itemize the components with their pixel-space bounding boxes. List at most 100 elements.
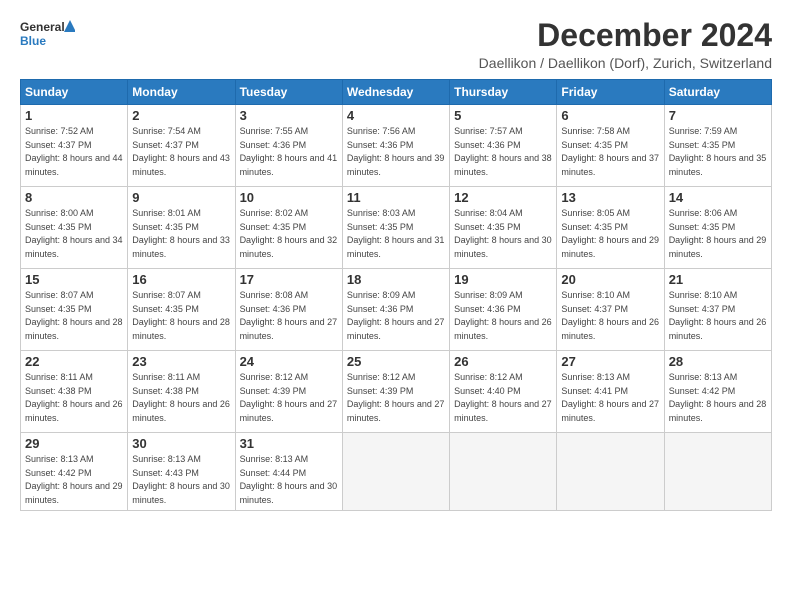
calendar-cell: 22 Sunrise: 8:11 AMSunset: 4:38 PMDaylig… — [21, 351, 128, 433]
week-row-2: 8 Sunrise: 8:00 AMSunset: 4:35 PMDayligh… — [21, 187, 772, 269]
day-number: 8 — [25, 190, 123, 205]
month-year-title: December 2024 — [479, 18, 772, 53]
col-wednesday: Wednesday — [342, 80, 449, 105]
day-info: Sunrise: 8:01 AMSunset: 4:35 PMDaylight:… — [132, 207, 230, 261]
day-info: Sunrise: 8:12 AMSunset: 4:40 PMDaylight:… — [454, 371, 552, 425]
calendar-cell: 5 Sunrise: 7:57 AMSunset: 4:36 PMDayligh… — [450, 105, 557, 187]
calendar-cell: 23 Sunrise: 8:11 AMSunset: 4:38 PMDaylig… — [128, 351, 235, 433]
day-number: 3 — [240, 108, 338, 123]
day-number: 16 — [132, 272, 230, 287]
calendar-cell — [557, 433, 664, 511]
calendar-cell: 27 Sunrise: 8:13 AMSunset: 4:41 PMDaylig… — [557, 351, 664, 433]
calendar-cell: 15 Sunrise: 8:07 AMSunset: 4:35 PMDaylig… — [21, 269, 128, 351]
calendar-cell: 31 Sunrise: 8:13 AMSunset: 4:44 PMDaylig… — [235, 433, 342, 511]
day-info: Sunrise: 7:59 AMSunset: 4:35 PMDaylight:… — [669, 125, 767, 179]
day-info: Sunrise: 8:13 AMSunset: 4:42 PMDaylight:… — [669, 371, 767, 425]
day-number: 11 — [347, 190, 445, 205]
calendar-cell: 18 Sunrise: 8:09 AMSunset: 4:36 PMDaylig… — [342, 269, 449, 351]
calendar-cell — [342, 433, 449, 511]
day-info: Sunrise: 7:55 AMSunset: 4:36 PMDaylight:… — [240, 125, 338, 179]
calendar-cell: 14 Sunrise: 8:06 AMSunset: 4:35 PMDaylig… — [664, 187, 771, 269]
day-info: Sunrise: 8:13 AMSunset: 4:44 PMDaylight:… — [240, 453, 338, 507]
calendar-cell — [664, 433, 771, 511]
calendar-cell: 1 Sunrise: 7:52 AMSunset: 4:37 PMDayligh… — [21, 105, 128, 187]
day-info: Sunrise: 8:07 AMSunset: 4:35 PMDaylight:… — [132, 289, 230, 343]
calendar-cell: 28 Sunrise: 8:13 AMSunset: 4:42 PMDaylig… — [664, 351, 771, 433]
day-info: Sunrise: 8:13 AMSunset: 4:41 PMDaylight:… — [561, 371, 659, 425]
day-number: 15 — [25, 272, 123, 287]
calendar-table: Sunday Monday Tuesday Wednesday Thursday… — [20, 79, 772, 511]
logo-svg: General Blue — [20, 18, 75, 54]
day-info: Sunrise: 7:52 AMSunset: 4:37 PMDaylight:… — [25, 125, 123, 179]
day-info: Sunrise: 8:13 AMSunset: 4:42 PMDaylight:… — [25, 453, 123, 507]
day-number: 6 — [561, 108, 659, 123]
calendar-cell: 25 Sunrise: 8:12 AMSunset: 4:39 PMDaylig… — [342, 351, 449, 433]
day-number: 10 — [240, 190, 338, 205]
day-number: 22 — [25, 354, 123, 369]
col-saturday: Saturday — [664, 80, 771, 105]
svg-text:Blue: Blue — [20, 34, 46, 48]
day-number: 28 — [669, 354, 767, 369]
calendar-cell — [450, 433, 557, 511]
day-number: 1 — [25, 108, 123, 123]
day-number: 14 — [669, 190, 767, 205]
day-number: 25 — [347, 354, 445, 369]
calendar-cell: 8 Sunrise: 8:00 AMSunset: 4:35 PMDayligh… — [21, 187, 128, 269]
day-info: Sunrise: 8:11 AMSunset: 4:38 PMDaylight:… — [25, 371, 123, 425]
logo: General Blue — [20, 18, 75, 54]
svg-text:General: General — [20, 20, 65, 34]
calendar-cell: 30 Sunrise: 8:13 AMSunset: 4:43 PMDaylig… — [128, 433, 235, 511]
day-info: Sunrise: 7:54 AMSunset: 4:37 PMDaylight:… — [132, 125, 230, 179]
day-info: Sunrise: 8:13 AMSunset: 4:43 PMDaylight:… — [132, 453, 230, 507]
day-info: Sunrise: 8:12 AMSunset: 4:39 PMDaylight:… — [347, 371, 445, 425]
week-row-3: 15 Sunrise: 8:07 AMSunset: 4:35 PMDaylig… — [21, 269, 772, 351]
calendar-cell: 4 Sunrise: 7:56 AMSunset: 4:36 PMDayligh… — [342, 105, 449, 187]
day-number: 27 — [561, 354, 659, 369]
day-number: 4 — [347, 108, 445, 123]
calendar-cell: 12 Sunrise: 8:04 AMSunset: 4:35 PMDaylig… — [450, 187, 557, 269]
title-area: December 2024 Daellikon / Daellikon (Dor… — [479, 18, 772, 71]
day-number: 21 — [669, 272, 767, 287]
week-row-4: 22 Sunrise: 8:11 AMSunset: 4:38 PMDaylig… — [21, 351, 772, 433]
day-info: Sunrise: 8:08 AMSunset: 4:36 PMDaylight:… — [240, 289, 338, 343]
day-number: 24 — [240, 354, 338, 369]
calendar-header-row: Sunday Monday Tuesday Wednesday Thursday… — [21, 80, 772, 105]
calendar-cell: 21 Sunrise: 8:10 AMSunset: 4:37 PMDaylig… — [664, 269, 771, 351]
day-number: 17 — [240, 272, 338, 287]
col-sunday: Sunday — [21, 80, 128, 105]
calendar-cell: 11 Sunrise: 8:03 AMSunset: 4:35 PMDaylig… — [342, 187, 449, 269]
day-info: Sunrise: 8:12 AMSunset: 4:39 PMDaylight:… — [240, 371, 338, 425]
week-row-5: 29 Sunrise: 8:13 AMSunset: 4:42 PMDaylig… — [21, 433, 772, 511]
day-number: 12 — [454, 190, 552, 205]
day-number: 26 — [454, 354, 552, 369]
location-subtitle: Daellikon / Daellikon (Dorf), Zurich, Sw… — [479, 55, 772, 71]
calendar-cell: 6 Sunrise: 7:58 AMSunset: 4:35 PMDayligh… — [557, 105, 664, 187]
day-info: Sunrise: 8:09 AMSunset: 4:36 PMDaylight:… — [347, 289, 445, 343]
day-number: 23 — [132, 354, 230, 369]
calendar-cell: 13 Sunrise: 8:05 AMSunset: 4:35 PMDaylig… — [557, 187, 664, 269]
day-number: 18 — [347, 272, 445, 287]
col-tuesday: Tuesday — [235, 80, 342, 105]
day-info: Sunrise: 8:05 AMSunset: 4:35 PMDaylight:… — [561, 207, 659, 261]
day-number: 2 — [132, 108, 230, 123]
day-info: Sunrise: 7:56 AMSunset: 4:36 PMDaylight:… — [347, 125, 445, 179]
day-info: Sunrise: 8:11 AMSunset: 4:38 PMDaylight:… — [132, 371, 230, 425]
day-number: 20 — [561, 272, 659, 287]
week-row-1: 1 Sunrise: 7:52 AMSunset: 4:37 PMDayligh… — [21, 105, 772, 187]
day-info: Sunrise: 8:09 AMSunset: 4:36 PMDaylight:… — [454, 289, 552, 343]
col-friday: Friday — [557, 80, 664, 105]
day-number: 31 — [240, 436, 338, 451]
page: General Blue December 2024 Daellikon / D… — [0, 0, 792, 612]
day-number: 5 — [454, 108, 552, 123]
day-info: Sunrise: 8:03 AMSunset: 4:35 PMDaylight:… — [347, 207, 445, 261]
day-number: 30 — [132, 436, 230, 451]
calendar-cell: 19 Sunrise: 8:09 AMSunset: 4:36 PMDaylig… — [450, 269, 557, 351]
calendar-cell: 26 Sunrise: 8:12 AMSunset: 4:40 PMDaylig… — [450, 351, 557, 433]
calendar-cell: 10 Sunrise: 8:02 AMSunset: 4:35 PMDaylig… — [235, 187, 342, 269]
day-number: 7 — [669, 108, 767, 123]
calendar-cell: 16 Sunrise: 8:07 AMSunset: 4:35 PMDaylig… — [128, 269, 235, 351]
day-info: Sunrise: 7:57 AMSunset: 4:36 PMDaylight:… — [454, 125, 552, 179]
day-info: Sunrise: 8:04 AMSunset: 4:35 PMDaylight:… — [454, 207, 552, 261]
day-info: Sunrise: 8:10 AMSunset: 4:37 PMDaylight:… — [669, 289, 767, 343]
day-number: 19 — [454, 272, 552, 287]
